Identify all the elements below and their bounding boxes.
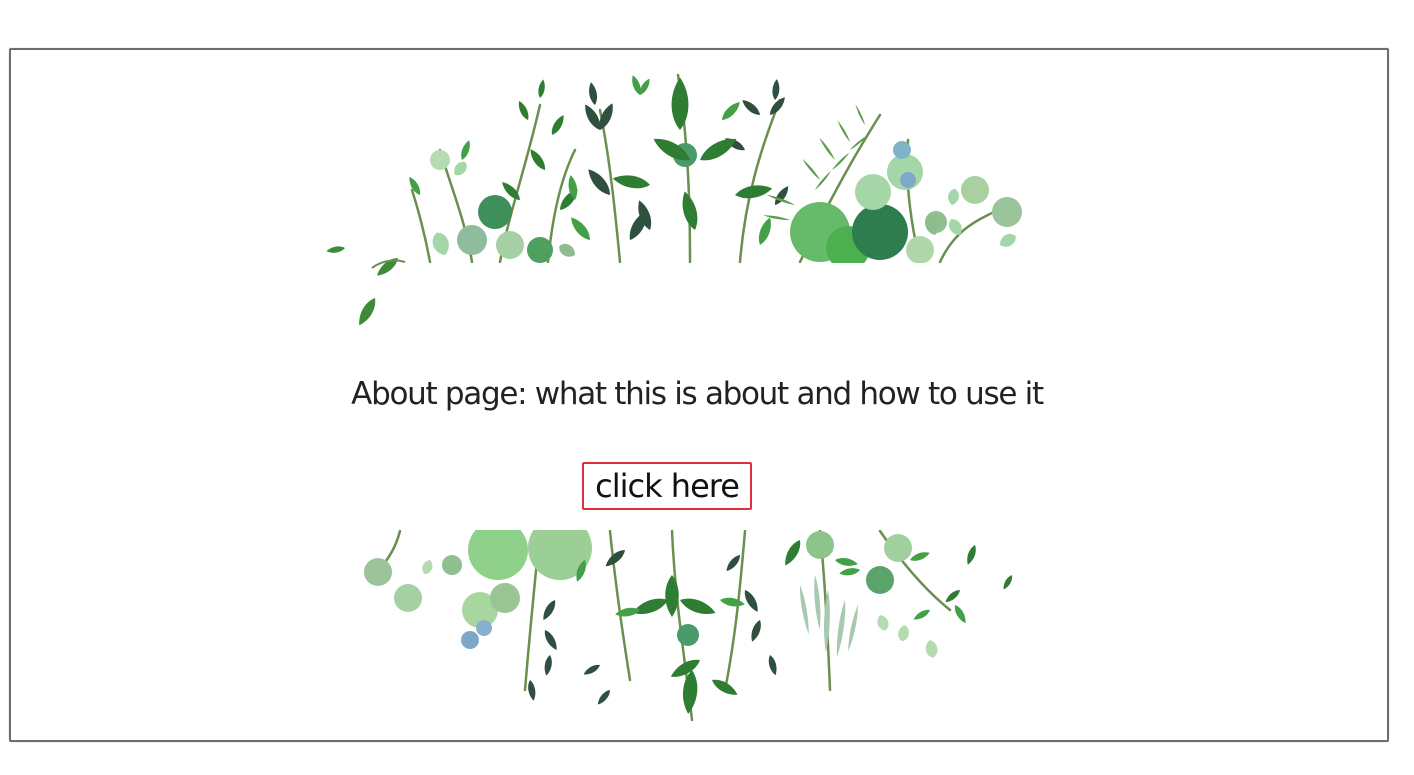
top-leaf-garland-icon [325,73,1022,328]
click-here-button[interactable]: click here [582,462,752,510]
bottom-leaf-garland-icon [364,530,1027,722]
about-heading: About page: what this is about and how t… [351,376,1044,412]
page: About page: what this is about and how t… [0,0,1414,775]
